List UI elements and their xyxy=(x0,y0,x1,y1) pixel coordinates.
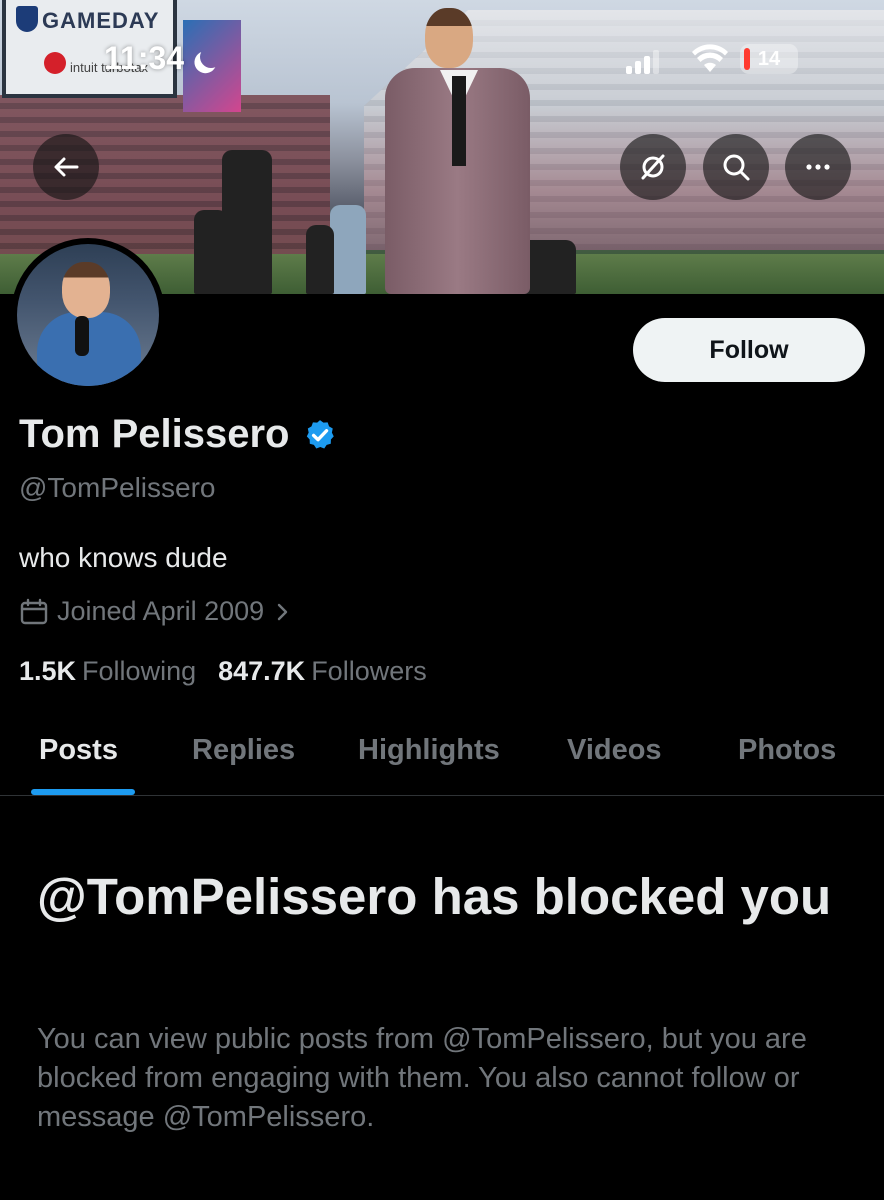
focus-moon-icon xyxy=(197,43,225,71)
joined-date[interactable]: Joined April 2009 xyxy=(19,596,294,627)
grok-button[interactable] xyxy=(620,134,686,200)
followers-count: 847.7K xyxy=(218,656,306,686)
tab-highlights[interactable]: Highlights xyxy=(358,734,500,767)
status-time: 11:34 xyxy=(104,40,185,76)
chevron-right-icon xyxy=(277,603,288,620)
verified-badge-icon[interactable] xyxy=(303,418,337,452)
tab-replies[interactable]: Replies xyxy=(192,734,295,767)
search-button[interactable] xyxy=(703,134,769,200)
display-name-text: Tom Pelissero xyxy=(19,412,290,456)
avatar[interactable] xyxy=(11,238,165,392)
tab-photos[interactable]: Photos xyxy=(738,734,836,767)
blocked-description: You can view public posts from @TomPelis… xyxy=(37,1023,807,1133)
profile-bio: who knows dude xyxy=(19,542,228,573)
follow-stats: 1.5K Following 847.7K Followers xyxy=(19,656,427,687)
crew-person xyxy=(222,150,272,294)
more-options-button[interactable] xyxy=(785,134,851,200)
followers-link[interactable]: 847.7K Followers xyxy=(218,656,427,687)
profile-screen: GAMEDAY intuit turbotax 11:34 14 Follow … xyxy=(0,0,884,1200)
grok-icon xyxy=(641,154,665,180)
crew-person xyxy=(194,210,228,294)
follow-button[interactable]: Follow xyxy=(633,318,865,382)
profile-tabs: Posts Replies Highlights Videos Photos xyxy=(0,720,884,796)
following-label: Following xyxy=(82,656,197,686)
display-name: Tom Pelissero xyxy=(19,412,337,457)
username-handle: @TomPelissero xyxy=(19,472,216,503)
followers-label: Followers xyxy=(311,656,427,686)
back-button[interactable] xyxy=(33,134,99,200)
avatar-photo xyxy=(17,244,159,386)
battery-low-icon xyxy=(744,48,750,70)
status-bar: 11:34 14 xyxy=(0,0,884,120)
following-count: 1.5K xyxy=(19,656,77,686)
wifi-icon xyxy=(692,44,728,72)
calendar-icon xyxy=(20,598,48,624)
crew-person xyxy=(330,205,366,294)
joined-date-text: Joined April 2009 xyxy=(57,596,265,626)
battery-level: 14 xyxy=(757,48,781,70)
tab-videos[interactable]: Videos xyxy=(567,734,662,767)
more-icon xyxy=(806,164,830,170)
crew-person xyxy=(306,225,334,294)
tab-posts[interactable]: Posts xyxy=(39,734,118,767)
microphone-icon xyxy=(75,316,89,356)
arrow-left-icon xyxy=(54,157,79,177)
cellular-signal-icon xyxy=(626,50,662,74)
following-link[interactable]: 1.5K Following xyxy=(19,656,196,687)
active-tab-indicator xyxy=(31,789,135,795)
blocked-title: @TomPelissero has blocked you xyxy=(37,868,832,925)
battery-indicator: 14 xyxy=(740,44,798,74)
search-icon xyxy=(723,154,750,181)
